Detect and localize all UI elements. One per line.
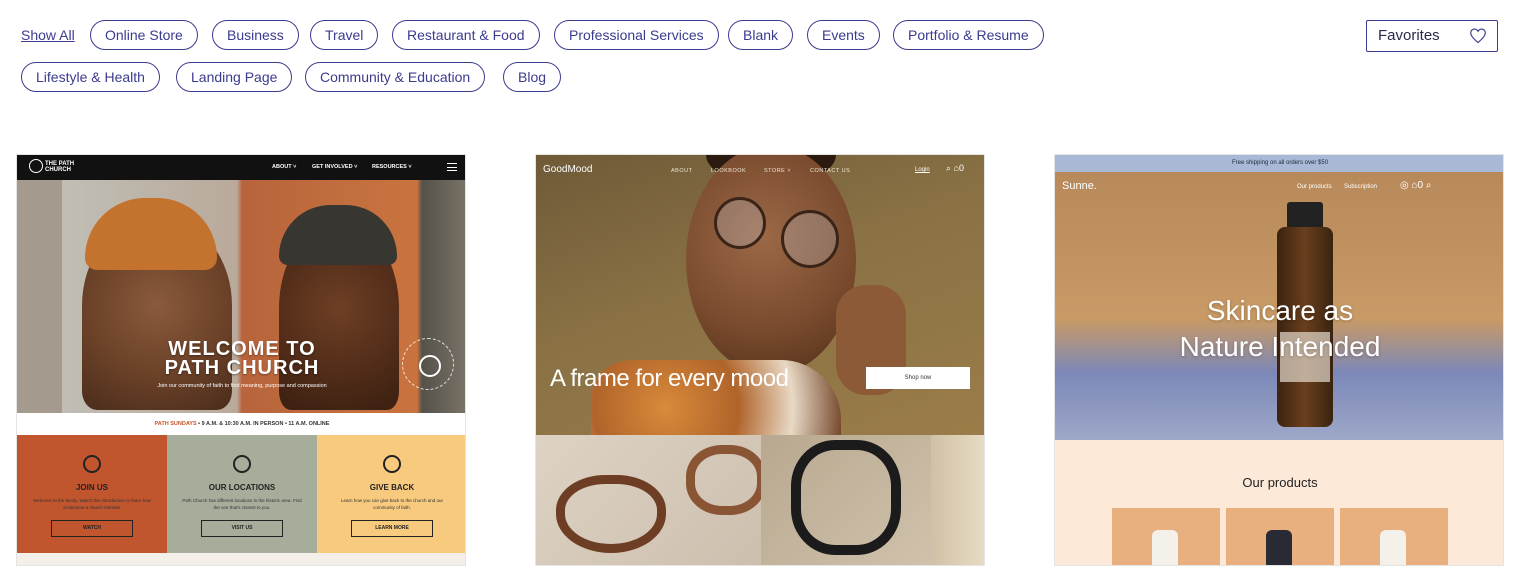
filter-chip-online-store[interactable]: Online Store xyxy=(90,20,198,50)
filter-chip-blog[interactable]: Blog xyxy=(503,62,562,92)
church-hero-title: WELCOME TO PATH CHURCH xyxy=(17,339,465,379)
watch-button: WATCH xyxy=(51,520,133,537)
search-cart-icon: ⌕ ⌂0 xyxy=(946,163,964,173)
filter-chip-professional-services[interactable]: Professional Services xyxy=(554,20,719,50)
template-card-sunne[interactable]: Free shipping on all orders over $50 Sun… xyxy=(1054,154,1504,566)
sunglasses-product-photo xyxy=(761,435,984,565)
heart-icon xyxy=(1470,28,1486,44)
church-nav-resources: RESOURCES ˅ xyxy=(372,164,412,170)
sunne-logo: Sunne. xyxy=(1062,180,1097,192)
schedule-text: • 9 A.M. & 10:30 A.M. IN PERSON • 11 A.M… xyxy=(196,421,330,427)
filter-chip-events[interactable]: Events xyxy=(807,20,880,50)
glasses-frame xyxy=(686,445,766,515)
box-title: GIVE BACK xyxy=(369,483,415,492)
filter-chip-business[interactable]: Business xyxy=(212,20,299,50)
glasses-lens xyxy=(714,197,766,249)
church-hero-subtitle: Join our community of faith to find mean… xyxy=(157,383,327,389)
filter-chip-blank[interactable]: Blank xyxy=(728,20,794,50)
box-body: Path Church has different locations in t… xyxy=(182,498,302,510)
give-back-box: GIVE BACK Learn how you can give back to… xyxy=(317,435,465,555)
heart-hand-icon xyxy=(383,455,401,473)
church-hero-image: WELCOME TO PATH CHURCH Join our communit… xyxy=(17,180,465,413)
sunne-nav-subscription: Subscription xyxy=(1344,184,1378,190)
church-footer-strip xyxy=(17,553,465,565)
sunne-title-line1: Skincare as xyxy=(1206,295,1354,326)
filter-chip-community-education[interactable]: Community & Education xyxy=(305,62,486,92)
person-photo xyxy=(686,155,856,375)
schedule-accent: PATH SUNDAYS xyxy=(154,421,197,427)
filter-chip-restaurant-food[interactable]: Restaurant & Food xyxy=(392,20,540,50)
church-nav-about: ABOUT ˅ xyxy=(272,164,297,170)
favorites-label: Favorites xyxy=(1378,27,1440,44)
show-all-link[interactable]: Show All xyxy=(21,27,75,43)
hands-icon xyxy=(83,455,101,473)
box-title: OUR LOCATIONS xyxy=(208,483,276,492)
product-thumbnail xyxy=(1112,508,1220,565)
goodmood-logo: GoodMood xyxy=(543,164,593,175)
our-locations-box: OUR LOCATIONS Path Church has different … xyxy=(167,435,317,555)
menu-icon xyxy=(447,163,457,171)
box-body: Learn how you can give back to the churc… xyxy=(340,498,444,510)
church-nav-get-involved: GET INVOLVED ˅ xyxy=(312,164,358,170)
beanie-shape xyxy=(85,198,217,270)
filter-chip-landing-page[interactable]: Landing Page xyxy=(176,62,293,92)
product-bottle xyxy=(1380,530,1406,565)
church-nav: THE PATH CHURCH ABOUT ˅ GET INVOLVED ˅ R… xyxy=(17,155,465,180)
location-icon xyxy=(233,455,251,473)
glasses-frame xyxy=(556,475,666,553)
instagram-cart-search-icon: ◎ ⌂0 ⌕ xyxy=(1400,180,1432,191)
goodmood-login: Login xyxy=(915,167,930,173)
goodmood-nav-store: STORE ˅ xyxy=(764,168,792,174)
glasses-lens xyxy=(781,210,839,268)
church-schedule-strip: PATH SUNDAYS • 9 A.M. & 10:30 A.M. IN PE… xyxy=(17,413,465,435)
filter-chip-lifestyle-health[interactable]: Lifestyle & Health xyxy=(21,62,160,92)
product-thumbnail xyxy=(1340,508,1448,565)
product-bottle xyxy=(1152,530,1178,565)
filter-chip-portfolio-resume[interactable]: Portfolio & Resume xyxy=(893,20,1044,50)
sunne-hero-title: Skincare as Nature Intended xyxy=(1055,293,1503,365)
headwrap-shape xyxy=(279,205,397,265)
visit-us-button: VISIT US xyxy=(201,520,283,537)
glasses-frame xyxy=(791,440,901,555)
belong-badge-icon xyxy=(402,338,454,390)
glasses-product-photo xyxy=(536,435,766,565)
join-us-box: JOIN US Welcome to the family. Watch thi… xyxy=(17,435,167,555)
product-thumbnail xyxy=(1226,508,1334,565)
template-card-goodmood[interactable]: GoodMood ABOUT LOOKBOOK STORE ˅ CONTACT … xyxy=(535,154,985,566)
goodmood-nav-contact: CONTACT US xyxy=(810,168,851,174)
template-card-church[interactable]: THE PATH CHURCH ABOUT ˅ GET INVOLVED ˅ R… xyxy=(16,154,466,566)
shipping-banner: Free shipping on all orders over $50 xyxy=(1055,155,1503,172)
pampas-grass-shape xyxy=(931,435,984,565)
learn-more-button: LEARN MORE xyxy=(351,520,433,537)
church-logo-icon xyxy=(29,159,43,173)
sunne-products-section: Our products xyxy=(1055,440,1503,565)
filter-chip-travel[interactable]: Travel xyxy=(310,20,379,50)
goodmood-hero-image xyxy=(536,155,984,440)
box-title: JOIN US xyxy=(75,483,108,492)
church-logo: THE PATH CHURCH xyxy=(45,161,75,173)
goodmood-nav-lookbook: LOOKBOOK xyxy=(711,168,747,174)
sunne-title-line2: Nature Intended xyxy=(1179,331,1381,362)
filter-bar: Show All Online Store Business Travel Re… xyxy=(0,0,1523,110)
products-heading: Our products xyxy=(1242,475,1318,490)
box-body: Welcome to the family. Watch this introd… xyxy=(33,498,151,510)
goodmood-nav-about: ABOUT xyxy=(671,168,693,174)
shop-now-button: Shop now xyxy=(866,367,970,389)
sunne-nav-products: Our products xyxy=(1297,184,1332,190)
church-title-line2: PATH CHURCH xyxy=(164,357,320,379)
favorites-button[interactable]: Favorites xyxy=(1366,20,1498,52)
goodmood-tagline: A frame for every mood xyxy=(550,365,789,392)
product-bottle xyxy=(1266,530,1292,565)
